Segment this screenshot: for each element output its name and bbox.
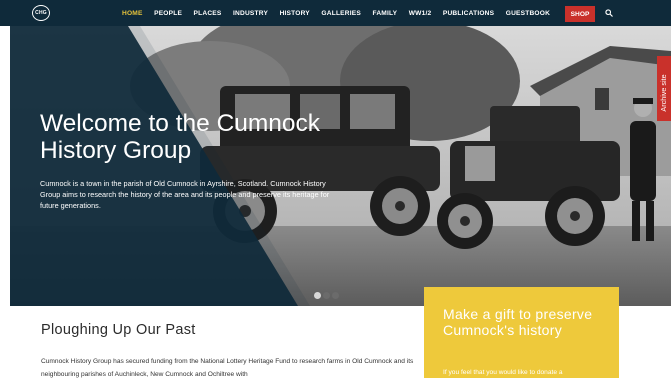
vintage-cars-photo	[10, 26, 671, 306]
top-navigation-bar: CHG HOME PEOPLE PLACES INDUSTRY HISTORY …	[0, 0, 671, 26]
nav-item-ww1-2[interactable]: WW1/2	[409, 10, 432, 17]
slider-dot-3[interactable]	[332, 292, 339, 299]
main-nav: HOME PEOPLE PLACES INDUSTRY HISTORY GALL…	[122, 0, 562, 26]
slider-dot-1[interactable]	[314, 292, 321, 299]
nav-item-history[interactable]: HISTORY	[280, 10, 310, 17]
nav-item-galleries[interactable]: GALLERIES	[321, 10, 361, 17]
search-icon[interactable]	[605, 9, 613, 17]
nav-item-places[interactable]: PLACES	[194, 10, 222, 17]
nav-item-publications[interactable]: PUBLICATIONS	[443, 10, 494, 17]
hero-intro-text: Cumnock is a town in the parish of Old C…	[40, 179, 330, 210]
section-body-text: Cumnock History Group has secured fundin…	[41, 358, 414, 378]
donation-title: Make a gift to preserve Cumnock's histor…	[443, 306, 593, 338]
archive-site-label[interactable]: Archive site	[659, 63, 669, 123]
shop-button[interactable]: SHOP	[565, 6, 595, 22]
slider-dot-2[interactable]	[323, 292, 330, 299]
hero-title: Welcome to the Cumnock History Group	[40, 110, 321, 164]
nav-item-home[interactable]: HOME	[122, 10, 143, 17]
nav-item-guestbook[interactable]: GUESTBOOK	[506, 10, 550, 17]
nav-item-family[interactable]: FAMILY	[372, 10, 397, 17]
nav-item-industry[interactable]: INDUSTRY	[233, 10, 268, 17]
donation-panel: Make a gift to preserve Cumnock's histor…	[424, 287, 619, 378]
site-logo[interactable]: CHG	[32, 5, 50, 21]
section-title: Ploughing Up Our Past	[41, 322, 196, 338]
donation-text: If you feel that you would like to donat…	[443, 369, 563, 376]
nav-item-people[interactable]: PEOPLE	[154, 10, 182, 17]
slider-dots	[314, 292, 341, 299]
hero-banner: Welcome to the Cumnock History Group Cum…	[10, 26, 671, 306]
